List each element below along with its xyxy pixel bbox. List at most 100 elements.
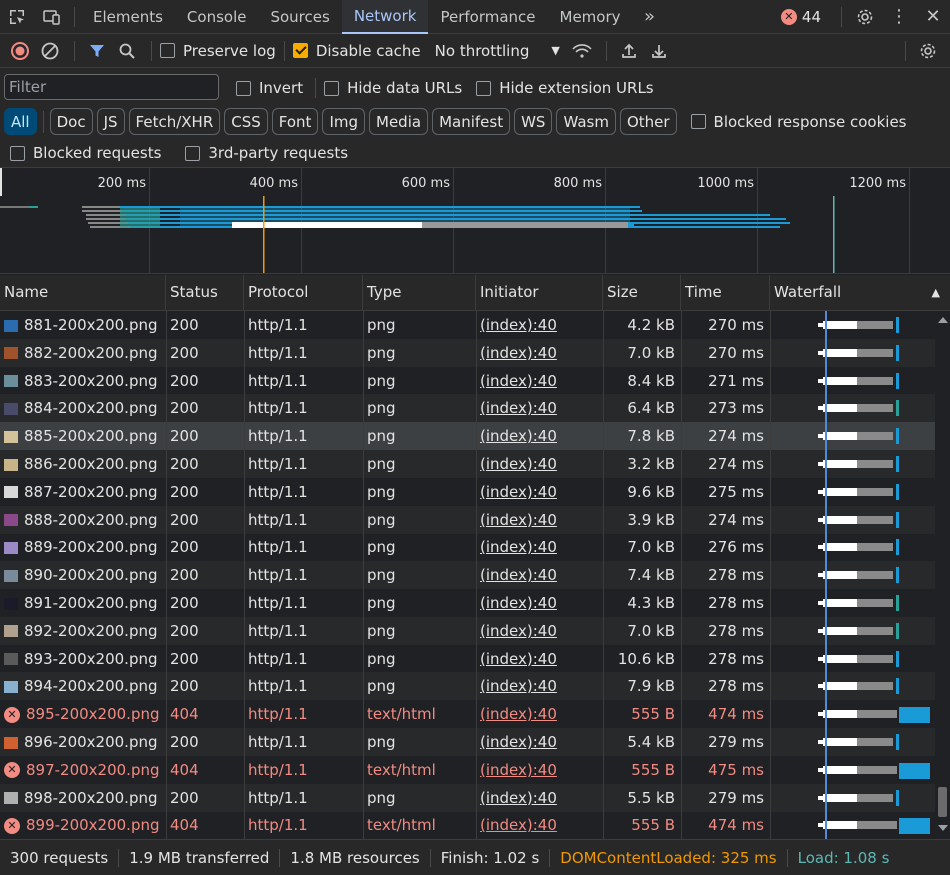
type-filter-media[interactable]: Media (369, 108, 429, 135)
scroll-up-arrow-icon[interactable] (938, 317, 948, 323)
column-header-status[interactable]: Status (166, 275, 244, 311)
blocked-requests-checkbox[interactable]: Blocked requests (10, 144, 161, 162)
filter-input[interactable]: Filter (4, 74, 219, 100)
checkbox-box[interactable] (236, 80, 251, 96)
hide-extension-urls-checkbox[interactable]: Hide extension URLs (476, 79, 654, 97)
waterfall-bar[interactable] (818, 678, 935, 695)
cell-initiator[interactable]: (index):40 (476, 728, 603, 756)
cell-initiator[interactable]: (index):40 (476, 784, 603, 812)
type-filter-all[interactable]: All (4, 108, 37, 135)
hide-data-urls-checkbox[interactable]: Hide data URLs (324, 79, 462, 97)
type-filter-doc[interactable]: Doc (49, 108, 93, 135)
waterfall-bar[interactable] (818, 707, 935, 724)
more-tabs-icon[interactable]: » (633, 0, 667, 34)
table-row[interactable]: 891-200x200.png 200 http/1.1 png (index):40 4… (0, 589, 935, 617)
waterfall-bar[interactable] (818, 428, 935, 445)
waterfall-bar[interactable] (818, 595, 935, 611)
disable-cache-checkbox[interactable]: Disable cache (292, 42, 421, 60)
cell-initiator[interactable]: (index):40 (476, 311, 603, 339)
table-row[interactable]: 883-200x200.png 200 http/1.1 png (index):40 8… (0, 367, 935, 395)
type-filter-wasm[interactable]: Wasm (556, 108, 616, 135)
more-options-icon[interactable]: ⋮ (882, 0, 916, 34)
waterfall-bar[interactable] (818, 734, 935, 750)
cell-initiator[interactable]: (index):40 (476, 756, 603, 784)
table-row[interactable]: 887-200x200.png 200 http/1.1 png (index):40 9… (0, 478, 935, 506)
preserve-log-checkbox[interactable]: Preserve log (160, 42, 276, 60)
blocked-response-cookies-checkbox[interactable]: Blocked response cookies (690, 113, 907, 131)
network-conditions-icon[interactable] (568, 37, 596, 65)
type-filter-js[interactable]: JS (96, 108, 125, 135)
table-row[interactable]: 896-200x200.png 200 http/1.1 png (index):40 5… (0, 728, 935, 756)
checkbox-box[interactable] (160, 43, 175, 58)
table-row[interactable]: ✕ 897-200x200.png 404 http/1.1 text/html (ind… (0, 756, 935, 784)
checkbox-box[interactable] (324, 80, 340, 96)
tab-memory[interactable]: Memory (548, 0, 633, 34)
search-icon[interactable] (113, 37, 141, 65)
type-filter-manifest[interactable]: Manifest (432, 108, 511, 135)
waterfall-bar[interactable] (818, 344, 935, 361)
column-header-time[interactable]: Time (681, 275, 770, 311)
column-header-size[interactable]: Size (603, 275, 681, 311)
type-filter-font[interactable]: Font (271, 108, 319, 135)
waterfall-bar[interactable] (818, 567, 935, 584)
checkbox-box-checked[interactable] (292, 43, 308, 58)
waterfall-bar[interactable] (818, 818, 935, 835)
cell-initiator[interactable]: (index):40 (476, 367, 603, 395)
checkbox-box[interactable] (10, 145, 25, 161)
cell-initiator[interactable]: (index):40 (476, 617, 603, 645)
close-icon[interactable]: ✕ (916, 0, 950, 34)
table-row[interactable]: 894-200x200.png 200 http/1.1 png (index):40 7… (0, 672, 935, 701)
type-filter-ws[interactable]: WS (514, 108, 553, 135)
cell-initiator[interactable]: (index):40 (476, 422, 603, 450)
cell-initiator[interactable]: (index):40 (476, 589, 603, 617)
device-toolbar-icon[interactable] (34, 0, 68, 34)
table-row[interactable]: 885-200x200.png 200 http/1.1 png (index):40 7… (0, 422, 935, 451)
waterfall-bar[interactable] (818, 317, 935, 333)
waterfall-bar[interactable] (818, 456, 935, 472)
waterfall-bar[interactable] (818, 511, 935, 528)
cell-initiator[interactable]: (index):40 (476, 533, 603, 561)
waterfall-bar[interactable] (818, 539, 935, 556)
filter-icon[interactable] (83, 37, 111, 65)
error-count-badge[interactable]: ✕ 44 (780, 8, 821, 26)
cell-initiator[interactable]: (index):40 (476, 506, 603, 534)
table-scrollbar[interactable] (935, 311, 950, 839)
table-row[interactable]: 888-200x200.png 200 http/1.1 png (index):40 3… (0, 505, 935, 534)
type-filter-other[interactable]: Other (619, 108, 677, 135)
table-row[interactable]: 893-200x200.png 200 http/1.1 png (index):40 1… (0, 645, 935, 673)
column-header-protocol[interactable]: Protocol (244, 275, 363, 311)
checkbox-box[interactable] (690, 114, 706, 129)
record-icon[interactable] (6, 37, 34, 65)
type-filter-img[interactable]: Img (322, 108, 366, 135)
scroll-down-arrow-icon[interactable] (938, 825, 948, 831)
invert-checkbox[interactable]: Invert (236, 79, 303, 97)
table-row[interactable]: 882-200x200.png 200 http/1.1 png (index):40 7… (0, 338, 935, 367)
column-header-initiator[interactable]: Initiator (476, 275, 603, 311)
network-overview[interactable]: 200 ms 400 ms 600 ms 800 ms 1000 ms 1200… (0, 168, 950, 274)
cell-initiator[interactable]: (index):40 (476, 339, 603, 367)
table-row[interactable]: 881-200x200.png 200 http/1.1 png (index):40 4… (0, 311, 935, 339)
waterfall-bar[interactable] (818, 483, 935, 500)
table-row[interactable]: 892-200x200.png 200 http/1.1 png (index):40 7… (0, 616, 935, 645)
throttling-select[interactable]: No throttling ▼ (435, 42, 560, 60)
tab-performance[interactable]: Performance (428, 0, 547, 34)
table-row[interactable]: ✕ 899-200x200.png 404 http/1.1 text/html (ind… (0, 811, 935, 839)
table-row[interactable]: ✕ 895-200x200.png 404 http/1.1 text/html (ind… (0, 700, 935, 728)
inspect-element-icon[interactable] (0, 0, 34, 34)
waterfall-bar[interactable] (818, 650, 935, 667)
export-har-icon[interactable] (645, 37, 673, 65)
column-header-waterfall[interactable]: Waterfall ▲ (770, 275, 950, 311)
cell-initiator[interactable]: (index):40 (476, 811, 603, 839)
waterfall-bar[interactable] (818, 400, 935, 417)
clear-icon[interactable] (36, 37, 64, 65)
cell-initiator[interactable]: (index):40 (476, 672, 603, 700)
tab-network[interactable]: Network (341, 0, 429, 34)
third-party-requests-checkbox[interactable]: 3rd-party requests (185, 144, 348, 162)
tab-console[interactable]: Console (175, 0, 259, 34)
type-filter-fetch-xhr[interactable]: Fetch/XHR (128, 108, 221, 135)
cell-initiator[interactable]: (index):40 (476, 478, 603, 506)
table-row[interactable]: 886-200x200.png 200 http/1.1 png (index):40 3… (0, 450, 935, 478)
table-row[interactable]: 898-200x200.png 200 http/1.1 png (index):40 5… (0, 783, 935, 812)
cell-initiator[interactable]: (index):40 (476, 700, 603, 728)
tab-sources[interactable]: Sources (258, 0, 341, 34)
